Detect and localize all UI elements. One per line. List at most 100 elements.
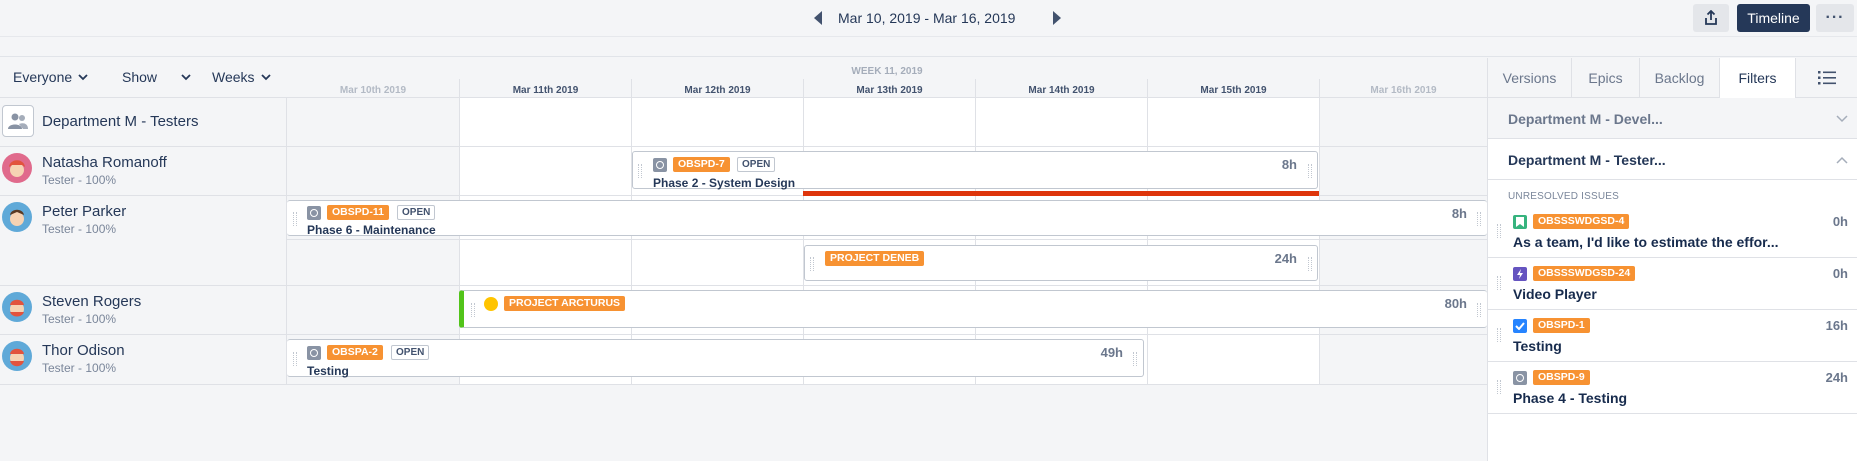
issue-title: Testing	[1513, 338, 1562, 354]
show-label: Show	[122, 69, 158, 85]
more-options-button[interactable]: ···	[1816, 4, 1854, 32]
issue-card[interactable]: OBSPD-9 24h Phase 4 - Testing	[1488, 362, 1857, 414]
right-panel: Versions Epics Backlog Filters Departmen…	[1487, 58, 1857, 461]
drag-handle[interactable]	[1497, 328, 1501, 342]
avatar	[2, 292, 32, 322]
resize-handle[interactable]	[810, 257, 814, 271]
resize-handle[interactable]	[293, 212, 297, 226]
task-bar[interactable]: OBSPD-11 OPEN Phase 6 - Maintenance 8h	[287, 200, 1487, 237]
day-header: Mar 12th 2019	[631, 79, 803, 98]
drag-handle[interactable]	[1497, 380, 1501, 394]
department-cell: Department M - Testers	[0, 98, 287, 146]
weeks-dropdown[interactable]: Weeks	[212, 69, 271, 85]
everyone-label: Everyone	[13, 69, 73, 85]
issue-key[interactable]: OBSPA-2	[327, 345, 383, 360]
tab-filters[interactable]: Filters	[1720, 58, 1796, 99]
day-header: Mar 10th 2019	[339, 85, 407, 96]
resize-handle[interactable]	[471, 303, 475, 317]
person-cell: Steven Rogers Tester - 100%	[0, 286, 287, 334]
department-name: Department M - Testers	[42, 113, 199, 130]
task-hours: 8h	[1451, 206, 1467, 221]
resource-grid: OBSPD-11 OPEN Phase 6 - Maintenance 8h P…	[287, 196, 1487, 285]
project-key[interactable]: PROJECT ARCTURUS	[504, 296, 626, 311]
issue-hours: 0h	[1832, 266, 1848, 281]
project-bar[interactable]: PROJECT DENEB 24h	[804, 245, 1318, 281]
person-cell: Peter Parker Tester - 100%	[0, 196, 287, 285]
issue-title: Video Player	[1513, 286, 1597, 302]
panel-tabs: Versions Epics Backlog Filters	[1488, 58, 1857, 99]
timeline-button[interactable]: Timeline	[1737, 4, 1810, 32]
task-type-icon	[307, 206, 321, 220]
issue-key[interactable]: OBSPD-7	[673, 157, 730, 172]
person-role: Tester - 100%	[42, 312, 117, 326]
issue-hours: 24h	[1825, 370, 1848, 385]
issue-key[interactable]: OBSPD-1	[1533, 318, 1590, 333]
date-range-label: Mar 10, 2019 - Mar 16, 2019	[838, 10, 1016, 26]
resource-row: Steven Rogers Tester - 100% PROJECT ARCT…	[0, 286, 1487, 335]
task-bar[interactable]: OBSPD-7 OPEN Phase 2 - System Design 8h	[632, 151, 1318, 190]
issue-title: As a team, I'd like to estimate the effo…	[1513, 234, 1779, 250]
day-header: Mar 11th 2019	[459, 79, 631, 98]
issue-card[interactable]: OBSPD-1 16h Testing	[1488, 310, 1857, 362]
show-dropdown[interactable]: Show	[122, 69, 191, 85]
everyone-dropdown[interactable]: Everyone	[13, 69, 88, 85]
resource-row: Thor Odison Tester - 100% OBSPA-2 OPEN T…	[0, 335, 1487, 385]
issue-card[interactable]: OBSSSWDGSD-4 0h As a team, I'd like to e…	[1488, 206, 1857, 258]
task-hours: 80h	[1444, 296, 1467, 311]
calendar-header: WEEK 11, 2019 Mar 10th 2019 Mar 11th 201…	[287, 58, 1487, 98]
department-grid	[287, 98, 1487, 146]
tab-backlog[interactable]: Backlog	[1640, 58, 1720, 98]
resize-handle[interactable]	[1477, 212, 1481, 226]
issue-hours: 16h	[1825, 318, 1848, 333]
person-name: Peter Parker	[42, 203, 127, 220]
resize-handle[interactable]	[1133, 352, 1137, 366]
department-row: Department M - Testers	[0, 98, 1487, 147]
resource-grid: PROJECT ARCTURUS 80h	[287, 286, 1487, 334]
resize-handle[interactable]	[1477, 303, 1481, 317]
chevron-down-icon	[260, 74, 271, 81]
share-icon	[1705, 10, 1717, 25]
resource-filters: Everyone Show Weeks	[0, 58, 287, 98]
resize-handle[interactable]	[638, 164, 642, 178]
issue-key[interactable]: OBSSSWDGSD-24	[1533, 266, 1636, 281]
team-icon	[2, 105, 34, 137]
tab-epics[interactable]: Epics	[1572, 58, 1640, 98]
issue-key[interactable]: OBSPD-11	[327, 205, 389, 220]
task-bar[interactable]: OBSPA-2 OPEN Testing 49h	[287, 339, 1144, 378]
tab-versions[interactable]: Versions	[1488, 58, 1572, 98]
prev-week-button[interactable]	[811, 9, 825, 27]
day-header: Mar 14th 2019	[975, 79, 1147, 98]
weeks-label: Weeks	[212, 69, 255, 85]
issue-key[interactable]: OBSSSWDGSD-4	[1533, 214, 1630, 229]
issue-card[interactable]: OBSSSWDGSD-24 0h Video Player	[1488, 258, 1857, 310]
section-label: UNRESOLVED ISSUES	[1508, 191, 1620, 202]
project-bar[interactable]: PROJECT ARCTURUS 80h	[459, 290, 1487, 328]
status-badge: OPEN	[737, 157, 776, 172]
person-cell: Thor Odison Tester - 100%	[0, 335, 287, 384]
share-button[interactable]	[1693, 4, 1729, 32]
resize-handle[interactable]	[293, 352, 297, 366]
day-header: Mar 16th 2019	[1319, 79, 1487, 98]
task-hours: 8h	[1281, 157, 1297, 172]
chevron-down-icon	[1836, 115, 1848, 123]
status-badge: OPEN	[391, 345, 430, 360]
group-header-testers[interactable]: Department M - Tester...	[1488, 139, 1857, 180]
day-header: Mar 15th 2019	[1147, 79, 1319, 98]
resize-handle[interactable]	[1308, 257, 1312, 271]
drag-handle[interactable]	[1497, 276, 1501, 290]
group-header-developers[interactable]: Department M - Devel...	[1488, 98, 1857, 139]
list-view-icon[interactable]	[1818, 70, 1836, 86]
task-type-icon	[307, 346, 321, 360]
next-week-button[interactable]	[1050, 9, 1064, 27]
task-name: Phase 2 - System Design	[653, 176, 796, 190]
person-role: Tester - 100%	[42, 361, 117, 375]
task-type-icon	[1513, 371, 1527, 385]
person-role: Tester - 100%	[42, 173, 117, 187]
drag-handle[interactable]	[1497, 224, 1501, 238]
issue-hours: 0h	[1832, 214, 1848, 229]
chevron-left-icon	[814, 11, 822, 25]
issue-key[interactable]: OBSPD-9	[1533, 370, 1590, 385]
project-key[interactable]: PROJECT DENEB	[825, 251, 925, 266]
resize-handle[interactable]	[1308, 164, 1312, 178]
person-name: Thor Odison	[42, 342, 125, 359]
